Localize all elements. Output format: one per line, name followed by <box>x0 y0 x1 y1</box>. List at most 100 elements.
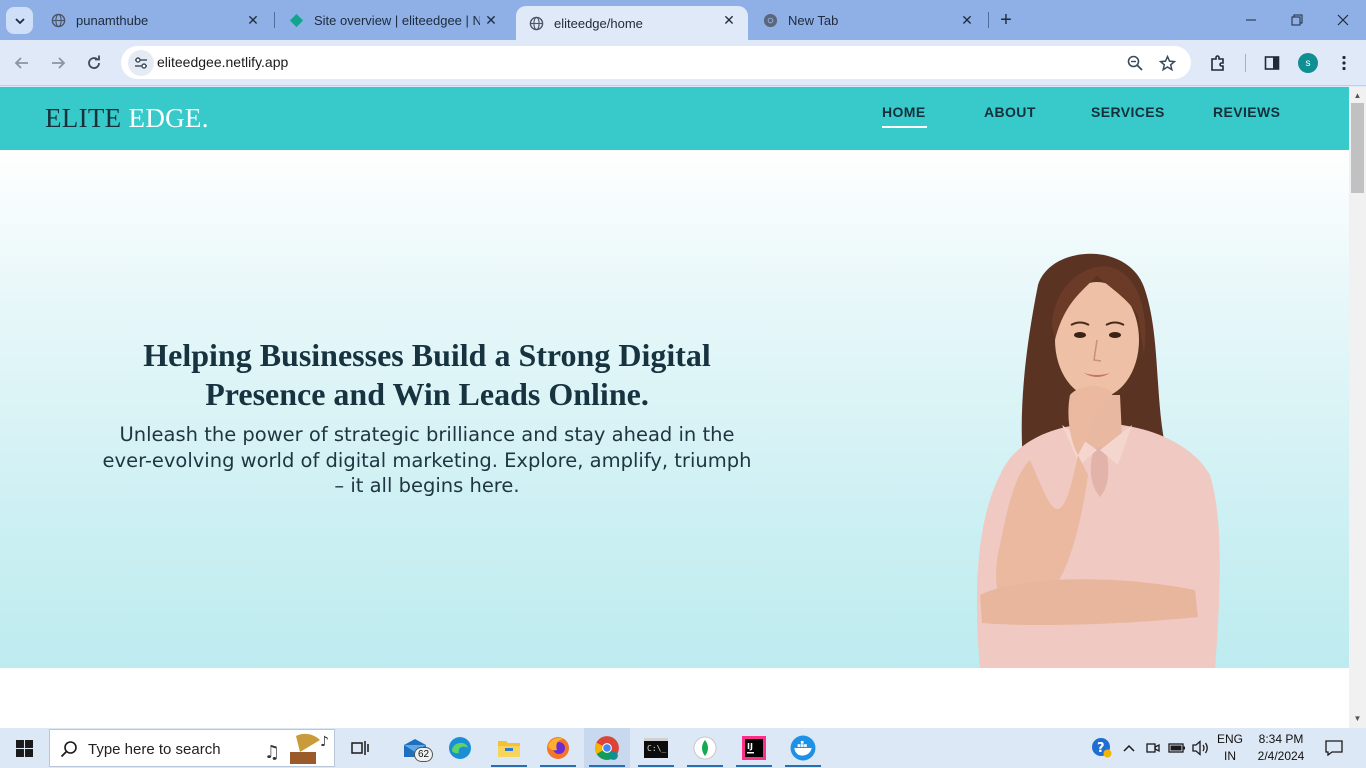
start-button[interactable] <box>0 728 48 768</box>
netlify-diamond-icon <box>289 13 304 28</box>
nav-link-reviews[interactable]: REVIEWS <box>1213 104 1280 120</box>
taskbar-edge[interactable] <box>437 728 483 768</box>
scroll-down-arrow-icon[interactable]: ▼ <box>1353 714 1362 723</box>
show-hidden-icons-button[interactable] <box>1120 728 1138 768</box>
new-tab-button[interactable]: + <box>994 8 1018 32</box>
taskbar-search-box[interactable]: Type here to search ♫ ♪ <box>49 729 335 767</box>
bookmark-button[interactable] <box>1156 52 1178 74</box>
taskbar-docker[interactable] <box>780 728 826 768</box>
svg-text:♪: ♪ <box>320 734 329 750</box>
help-question-icon: ? <box>1092 738 1112 758</box>
meet-now-button[interactable] <box>1144 728 1162 768</box>
arrow-left-icon <box>14 57 28 69</box>
chevron-down-icon <box>14 17 25 24</box>
language-code: ENG <box>1216 732 1243 746</box>
search-icon <box>60 741 77 758</box>
tab-eliteedge-home[interactable]: eliteedge/home ✕ <box>516 6 748 40</box>
restore-button[interactable] <box>1282 6 1312 34</box>
running-indicator <box>638 765 674 767</box>
nav-active-underline <box>882 126 927 128</box>
forward-button[interactable] <box>44 49 72 77</box>
tab-punamthube[interactable]: punamthube ✕ <box>38 0 272 40</box>
chevron-up-icon <box>1123 744 1135 752</box>
tab-netlify-overview[interactable]: Site overview | eliteedgee | Netlify ✕ <box>276 0 510 40</box>
minimize-button[interactable] <box>1236 6 1266 34</box>
reload-button[interactable] <box>80 49 108 77</box>
edge-icon <box>449 737 471 759</box>
nav-link-about[interactable]: ABOUT <box>984 104 1036 120</box>
side-panel-icon <box>1264 56 1280 70</box>
battery-button[interactable] <box>1167 728 1187 768</box>
address-bar[interactable]: eliteedgee.netlify.app <box>121 46 1191 79</box>
camera-icon <box>1146 743 1160 753</box>
zoom-button[interactable] <box>1124 52 1146 74</box>
firefox-icon <box>547 737 569 759</box>
tune-icon <box>135 57 147 69</box>
scroll-thumb[interactable] <box>1351 103 1364 193</box>
tab-title: eliteedge/home <box>554 15 643 31</box>
running-indicator <box>491 765 527 767</box>
terminal-icon: C:\_ <box>644 738 668 758</box>
notifications-button[interactable] <box>1320 728 1348 768</box>
nav-link-home[interactable]: HOME <box>882 104 926 120</box>
windows-taskbar: Type here to search ♫ ♪ 62 C:\_ IJ ? ENG… <box>0 728 1366 768</box>
taskbar-mail[interactable]: 62 <box>392 728 438 768</box>
site-logo[interactable]: ELITE EDGE. <box>45 103 209 134</box>
taskbar-file-explorer[interactable] <box>486 728 532 768</box>
more-vertical-icon <box>1342 55 1346 71</box>
help-tray-button[interactable]: ? <box>1090 728 1114 768</box>
taskbar-chrome[interactable] <box>584 728 630 768</box>
logo-part-edge: EDGE. <box>128 103 209 133</box>
close-icon[interactable]: ✕ <box>244 11 262 29</box>
toolbar-divider <box>1245 54 1246 72</box>
tab-search-button[interactable] <box>6 7 33 34</box>
language-indicator[interactable]: ENG IN <box>1212 731 1248 765</box>
tab-new-tab[interactable]: New Tab ✕ <box>750 0 986 40</box>
chrome-icon <box>763 13 778 28</box>
extensions-button[interactable] <box>1204 49 1232 77</box>
hero-title: Helping Businesses Build a Strong Digita… <box>143 337 711 412</box>
svg-text:IJ: IJ <box>747 742 753 751</box>
nav-link-services[interactable]: SERVICES <box>1091 104 1165 120</box>
browser-menu-button[interactable] <box>1330 49 1358 77</box>
hero-section: Helping Businesses Build a Strong Digita… <box>0 150 1349 668</box>
page-viewport: ELITE EDGE. HOME ABOUT SERVICES REVIEWS … <box>0 87 1349 728</box>
taskbar-intellij[interactable]: IJ <box>731 728 777 768</box>
profile-avatar[interactable]: s <box>1298 53 1318 73</box>
site-header: ELITE EDGE. HOME ABOUT SERVICES REVIEWS <box>0 87 1349 150</box>
side-panel-button[interactable] <box>1258 49 1286 77</box>
reload-icon <box>88 55 100 69</box>
volume-button[interactable] <box>1190 728 1212 768</box>
running-indicator <box>687 765 723 767</box>
running-indicator <box>589 765 625 767</box>
logo-part-elite: ELITE <box>45 103 122 133</box>
taskbar-clock[interactable]: 8:34 PM 2/4/2024 <box>1248 731 1314 765</box>
task-view-button[interactable] <box>337 728 383 768</box>
close-icon[interactable]: ✕ <box>958 11 976 29</box>
svg-text:?: ? <box>1097 741 1105 756</box>
page-scrollbar[interactable]: ▲ ▼ <box>1349 87 1366 728</box>
close-icon <box>1337 14 1349 26</box>
close-window-button[interactable] <box>1328 6 1358 34</box>
browser-toolbar: eliteedgee.netlify.app s <box>0 40 1366 86</box>
close-icon[interactable]: ✕ <box>720 11 738 29</box>
back-button[interactable] <box>8 49 36 77</box>
region-code: IN <box>1224 749 1236 763</box>
notification-icon <box>1325 740 1343 756</box>
url-text[interactable]: eliteedgee.netlify.app <box>157 54 288 70</box>
tab-strip: punamthube ✕ Site overview | eliteedgee … <box>0 0 1366 40</box>
clock-time: 8:34 PM <box>1258 732 1304 746</box>
zoom-out-icon <box>1127 55 1143 71</box>
mail-badge: 62 <box>414 747 433 762</box>
taskbar-mongodb-compass[interactable] <box>682 728 728 768</box>
restore-icon <box>1291 14 1303 26</box>
taskbar-firefox[interactable] <box>535 728 581 768</box>
svg-text:C:\_: C:\_ <box>647 744 666 753</box>
close-icon[interactable]: ✕ <box>482 11 500 29</box>
scroll-up-arrow-icon[interactable]: ▲ <box>1353 91 1362 100</box>
taskbar-terminal[interactable]: C:\_ <box>633 728 679 768</box>
tab-title: Site overview | eliteedgee | Netlify <box>314 12 480 28</box>
site-info-button[interactable] <box>128 50 154 76</box>
arrow-right-icon <box>52 57 66 69</box>
tab-separator <box>988 12 989 28</box>
